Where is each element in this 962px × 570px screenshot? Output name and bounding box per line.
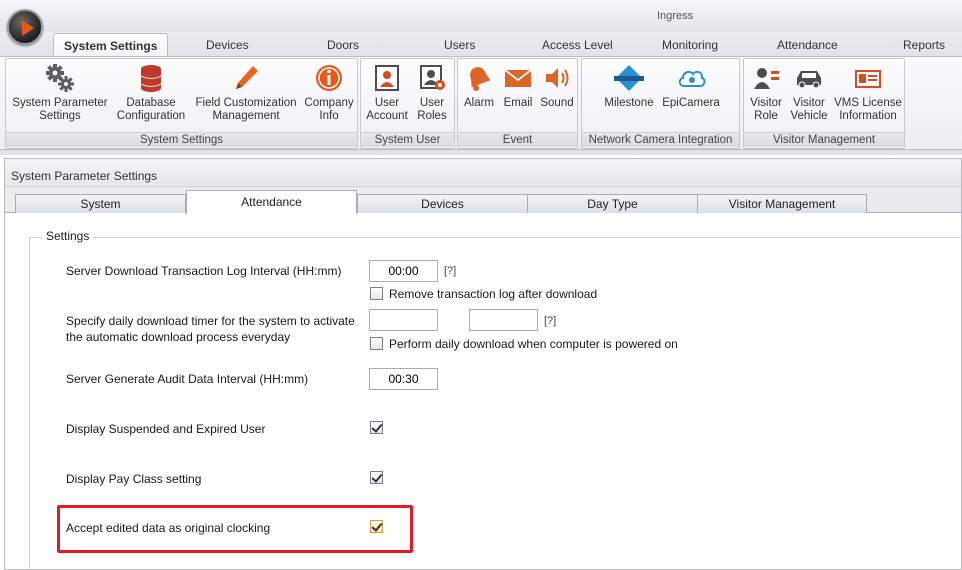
application-menu-orb[interactable] (7, 9, 43, 45)
tab-system[interactable]: System (15, 194, 186, 213)
display-pay-class-label: Display Pay Class setting (66, 472, 202, 486)
database-configuration-button[interactable]: Database Configuration (111, 63, 191, 123)
company-info-label: Company Info (304, 97, 354, 122)
epicamera-label: EpiCamera (662, 97, 720, 109)
sound-button[interactable]: Sound (537, 63, 577, 110)
ribbon-group-label: Event (458, 132, 577, 147)
user-account-button[interactable]: User Account (365, 63, 409, 123)
play-icon (22, 20, 34, 36)
daily-timer-field-2[interactable] (469, 309, 538, 331)
user-account-label: User Account (366, 97, 408, 122)
sound-label: Sound (540, 97, 574, 109)
ribbon-tab-access-level[interactable]: Access Level (542, 38, 613, 52)
tab-visitor-management[interactable]: Visitor Management (697, 194, 867, 213)
info-icon (314, 63, 344, 93)
milestone-label: Milestone (604, 97, 654, 109)
field-customization-management-button[interactable]: Field Customization Management (191, 63, 301, 123)
system-parameter-settings-button[interactable]: System Parameter Settings (8, 63, 112, 123)
ribbon-group-visitor-management: Visitor Role Visitor Vehicle VMS License… (743, 58, 905, 149)
ribbon-group-event: Alarm Email Sound Event (457, 58, 578, 149)
alarm-label: Alarm (463, 97, 495, 109)
company-info-button[interactable]: Company Info (301, 63, 357, 123)
ribbon-tab-bar: System Settings Devices Doors Users Acce… (0, 32, 962, 57)
display-suspended-label: Display Suspended and Expired User (66, 422, 266, 436)
ribbon-tab-doors[interactable]: Doors (327, 38, 359, 52)
ribbon-group-system-user: User Account User Roles System User (360, 58, 455, 149)
visitor-vehicle-button[interactable]: Visitor Vehicle (788, 63, 830, 123)
alarm-bell-icon (464, 63, 494, 93)
ribbon-group-label: System Settings (6, 132, 357, 147)
ribbon-group-label: System User (361, 132, 454, 147)
ribbon-tab-system-settings[interactable]: System Settings (53, 33, 169, 57)
visitor-role-icon (751, 63, 781, 93)
tab-devices[interactable]: Devices (357, 194, 528, 213)
tab-day-type[interactable]: Day Type (527, 194, 698, 213)
download-interval-field[interactable] (369, 260, 438, 282)
ribbon-tab-monitoring[interactable]: Monitoring (662, 38, 718, 52)
ribbon-tab-reports[interactable]: Reports (903, 38, 945, 52)
ribbon-tab-attendance[interactable]: Attendance (777, 38, 838, 52)
download-interval-label: Server Download Transaction Log Interval… (66, 264, 342, 278)
ribbon-group-label: Network Camera Integration (582, 132, 739, 147)
email-icon (503, 63, 533, 93)
email-button[interactable]: Email (499, 63, 537, 110)
email-label: Email (503, 97, 533, 109)
user-account-icon (372, 63, 402, 93)
remove-transaction-log-checkbox[interactable] (370, 287, 383, 300)
daily-download-on-power-checkbox[interactable] (370, 337, 383, 350)
milestone-icon (614, 63, 644, 93)
title-bar: Ingress (0, 0, 962, 32)
database-configuration-label: Database Configuration (116, 97, 186, 122)
system-parameter-settings-label: System Parameter Settings (12, 97, 108, 122)
settings-tab-bar: System Attendance Devices Day Type Visit… (5, 187, 961, 214)
panel-title: System Parameter Settings (5, 159, 961, 187)
tab-attendance[interactable]: Attendance (186, 190, 357, 214)
ribbon-tab-users[interactable]: Users (444, 38, 475, 52)
cloud-camera-icon (676, 63, 706, 93)
milestone-button[interactable]: Milestone (600, 63, 658, 110)
highlight-annotation-box (57, 505, 413, 553)
alarm-button[interactable]: Alarm (460, 63, 498, 110)
visitor-role-button[interactable]: Visitor Role (746, 63, 786, 123)
vms-license-information-button[interactable]: VMS License Information (832, 63, 904, 123)
epicamera-button[interactable]: EpiCamera (660, 63, 722, 110)
pencil-icon (231, 63, 261, 93)
user-roles-button[interactable]: User Roles (411, 63, 453, 123)
database-icon (136, 63, 166, 93)
download-interval-help-link[interactable]: [?] (444, 265, 456, 277)
daily-download-on-power-label: Perform daily download when computer is … (389, 337, 678, 351)
ribbon-body: System Parameter Settings Database Confi… (0, 56, 962, 150)
gears-icon (45, 63, 75, 93)
ribbon-group-network-camera-integration: Milestone EpiCamera Network Camera Integ… (581, 58, 740, 149)
user-roles-icon (417, 63, 447, 93)
remove-transaction-log-label: Remove transaction log after download (389, 287, 598, 301)
settings-legend: Settings (42, 229, 94, 243)
speaker-icon (542, 63, 572, 93)
car-icon (794, 63, 824, 93)
vms-license-information-label: VMS License Information (834, 97, 902, 122)
display-pay-class-checkbox[interactable] (370, 471, 383, 484)
daily-timer-field-1[interactable] (369, 309, 438, 331)
daily-timer-label-line2: the automatic download process everyday (66, 330, 291, 344)
display-suspended-checkbox[interactable] (370, 421, 383, 434)
visitor-role-label: Visitor Role (750, 97, 782, 122)
panel-separator (0, 150, 962, 155)
audit-interval-field[interactable] (369, 368, 438, 390)
visitor-vehicle-label: Visitor Vehicle (790, 97, 828, 122)
ribbon-tab-devices[interactable]: Devices (206, 38, 249, 52)
license-card-icon (853, 63, 883, 93)
audit-interval-label: Server Generate Audit Data Interval (HH:… (66, 372, 309, 386)
daily-timer-label-line1: Specify daily download timer for the sys… (66, 314, 355, 328)
user-roles-label: User Roles (417, 97, 447, 122)
ribbon-group-system-settings: System Parameter Settings Database Confi… (5, 58, 358, 149)
field-customization-management-label: Field Customization Management (195, 97, 297, 122)
app-title: Ingress (657, 10, 694, 22)
ribbon-group-label: Visitor Management (744, 132, 904, 147)
daily-timer-help-link[interactable]: [?] (544, 315, 556, 327)
